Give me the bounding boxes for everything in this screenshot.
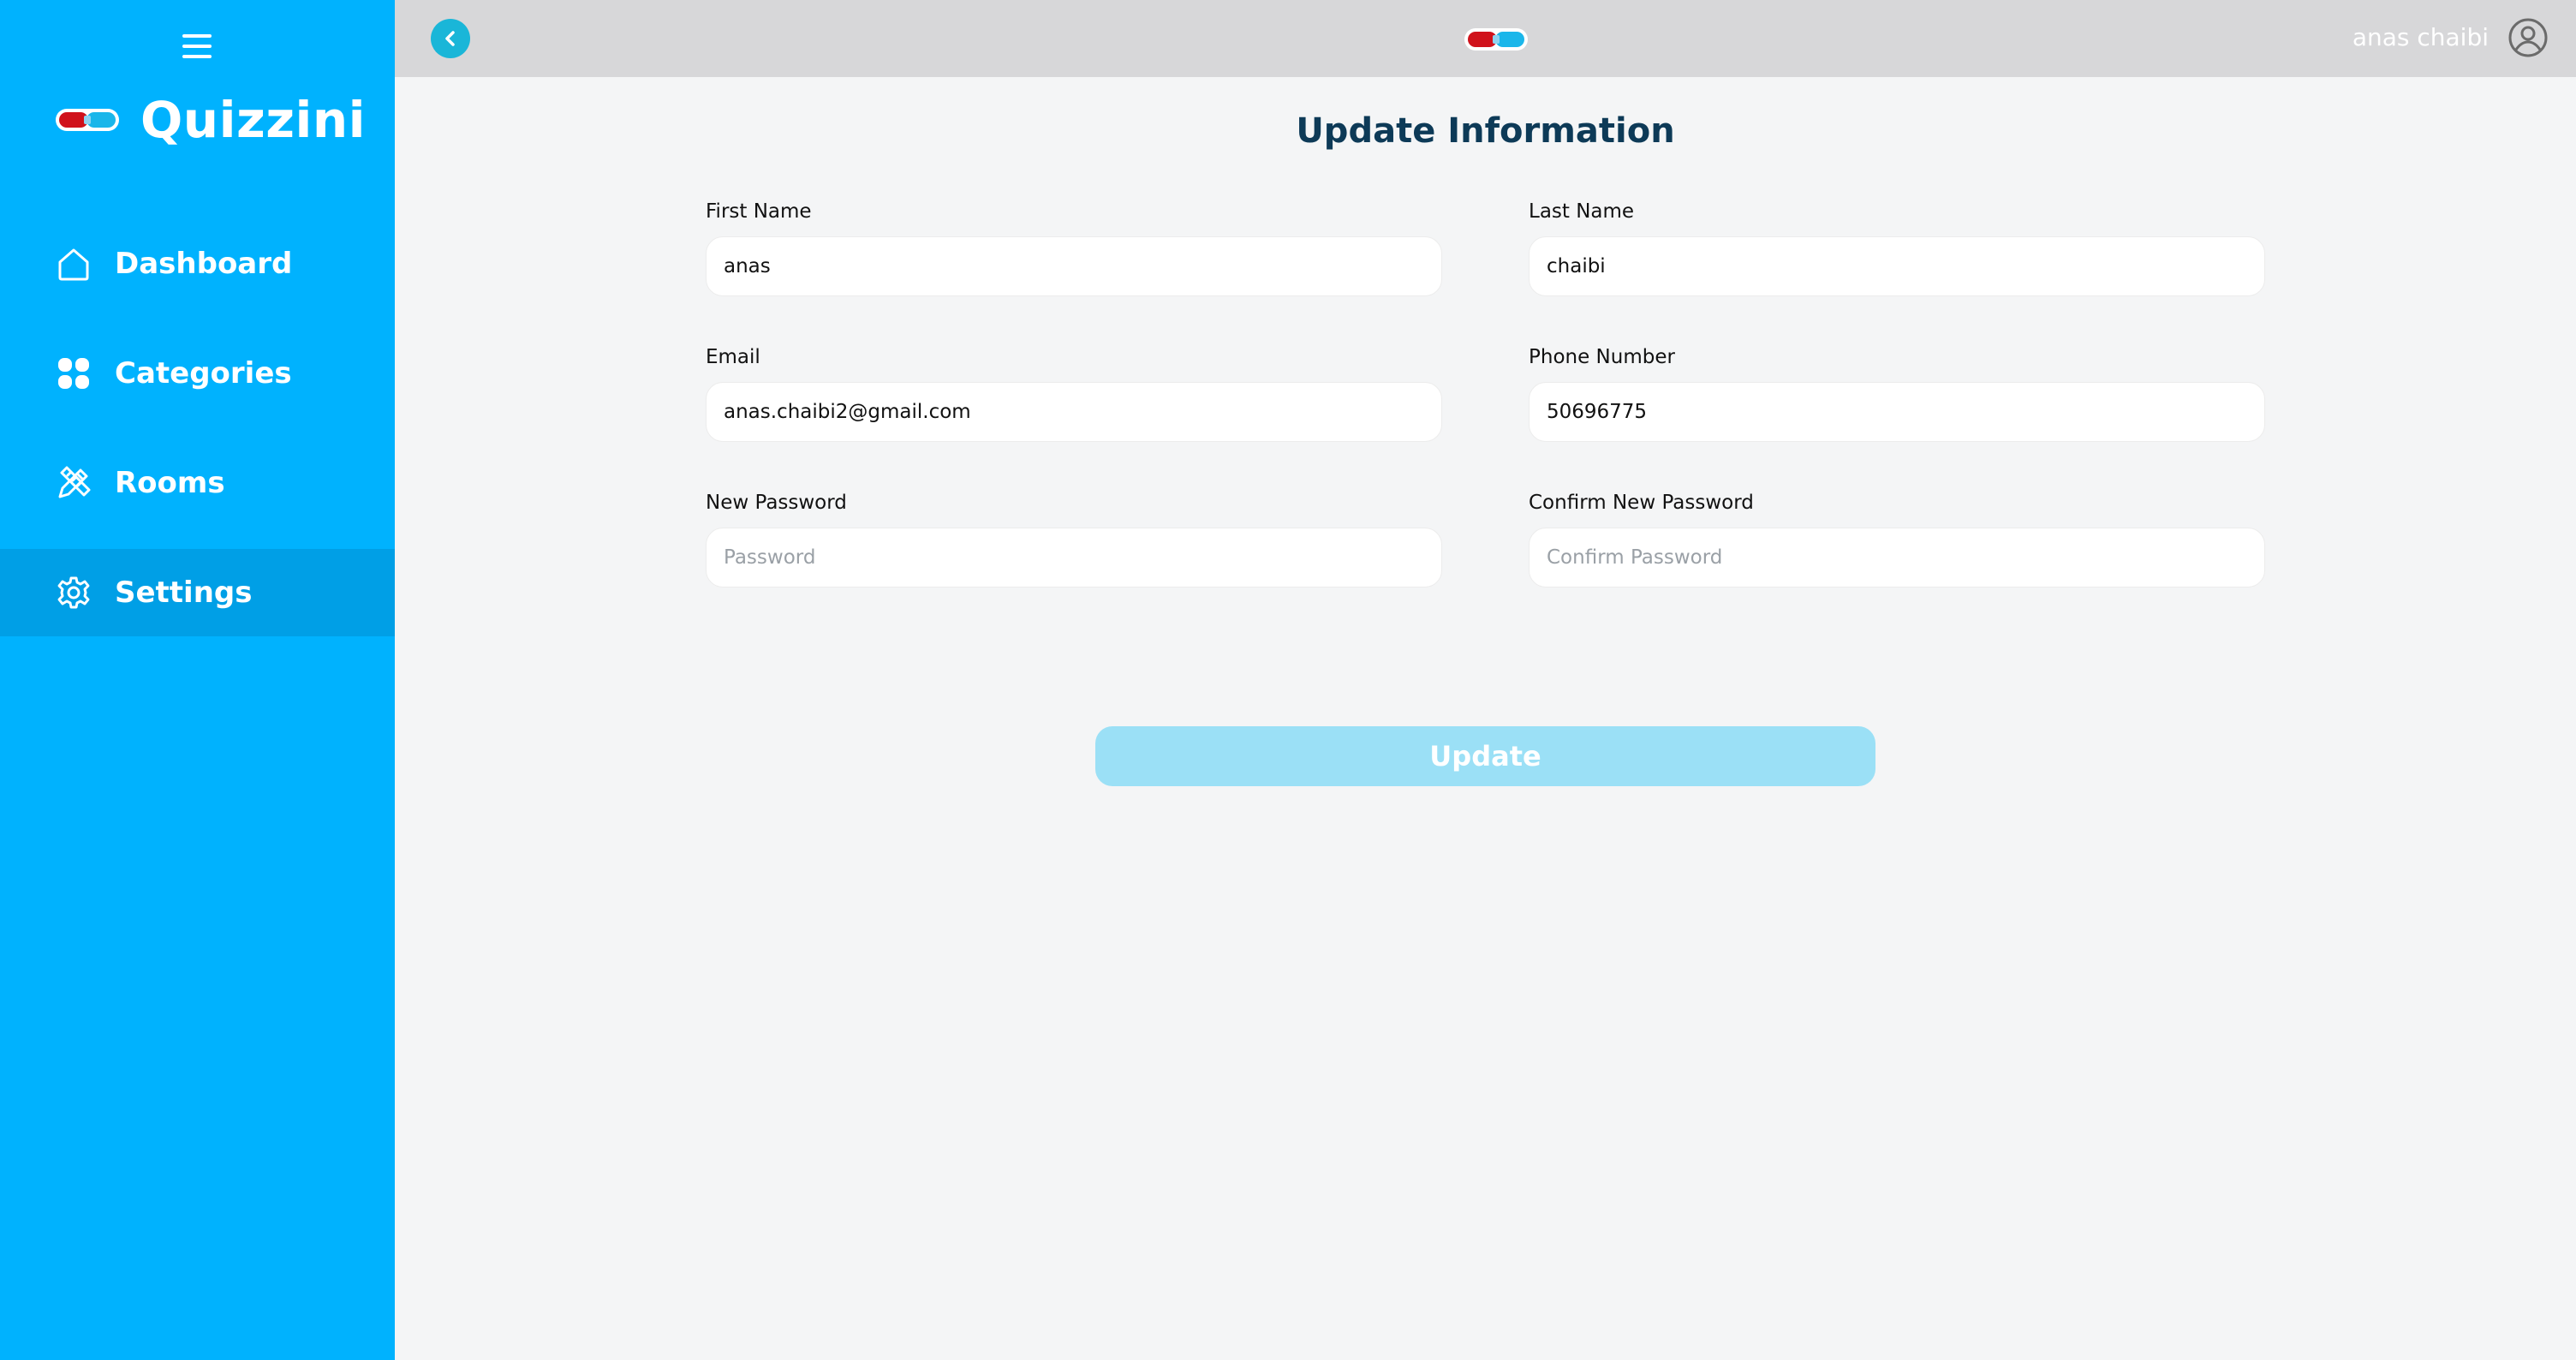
confirm-password-field: Confirm New Password <box>1529 490 2265 588</box>
sidebar-item-dashboard[interactable]: Dashboard <box>0 220 395 307</box>
sidebar-item-settings[interactable]: Settings <box>0 549 395 636</box>
phone-field: Phone Number <box>1529 344 2265 442</box>
user-name[interactable]: anas chaibi <box>2352 21 2489 55</box>
email-field: Email <box>706 344 1442 442</box>
confirm-password-label: Confirm New Password <box>1529 492 1754 514</box>
hamburger-menu-icon[interactable] <box>182 34 212 58</box>
brand-name: Quizzini <box>140 91 367 149</box>
gear-icon <box>57 576 90 609</box>
sidebar-item-categories[interactable]: Categories <box>0 330 395 417</box>
update-button[interactable]: Update <box>1095 726 1875 786</box>
home-icon <box>58 248 89 281</box>
new-password-field: New Password <box>706 490 1442 588</box>
email-label: Email <box>706 346 760 368</box>
confirm-password-input[interactable] <box>1529 528 2265 588</box>
sidebar-item-label: Categories <box>115 356 292 391</box>
user-circle-icon[interactable] <box>2507 17 2549 58</box>
top-bar: anas chaibi <box>395 0 2576 77</box>
phone-label: Phone Number <box>1529 346 1675 368</box>
sidebar-nav: Dashboard Categories Rooms Settings <box>0 220 395 659</box>
last-name-input[interactable] <box>1529 236 2265 296</box>
first-name-label: First Name <box>706 200 812 223</box>
first-name-input[interactable] <box>706 236 1442 296</box>
back-button[interactable] <box>431 19 470 58</box>
new-password-label: New Password <box>706 492 847 514</box>
sidebar: Quizzini Dashboard Categories Rooms Sett… <box>0 0 395 1360</box>
email-input[interactable] <box>706 382 1442 442</box>
brand[interactable]: Quizzini <box>53 86 366 154</box>
sidebar-item-label: Rooms <box>115 466 225 500</box>
page-title: Update Information <box>1296 111 1675 151</box>
sidebar-item-rooms[interactable]: Rooms <box>0 439 395 527</box>
last-name-field: Last Name <box>1529 199 2265 296</box>
first-name-field: First Name <box>706 199 1442 296</box>
pencil-ruler-icon <box>58 466 91 498</box>
pill-logo-icon <box>1464 28 1528 51</box>
chevron-left-icon <box>445 31 455 46</box>
new-password-input[interactable] <box>706 528 1442 588</box>
sidebar-item-label: Settings <box>115 576 253 610</box>
grid-dots-icon <box>58 358 89 389</box>
last-name-label: Last Name <box>1529 200 1635 223</box>
sidebar-item-label: Dashboard <box>115 247 293 281</box>
phone-input[interactable] <box>1529 382 2265 442</box>
pill-logo-icon <box>56 109 119 131</box>
